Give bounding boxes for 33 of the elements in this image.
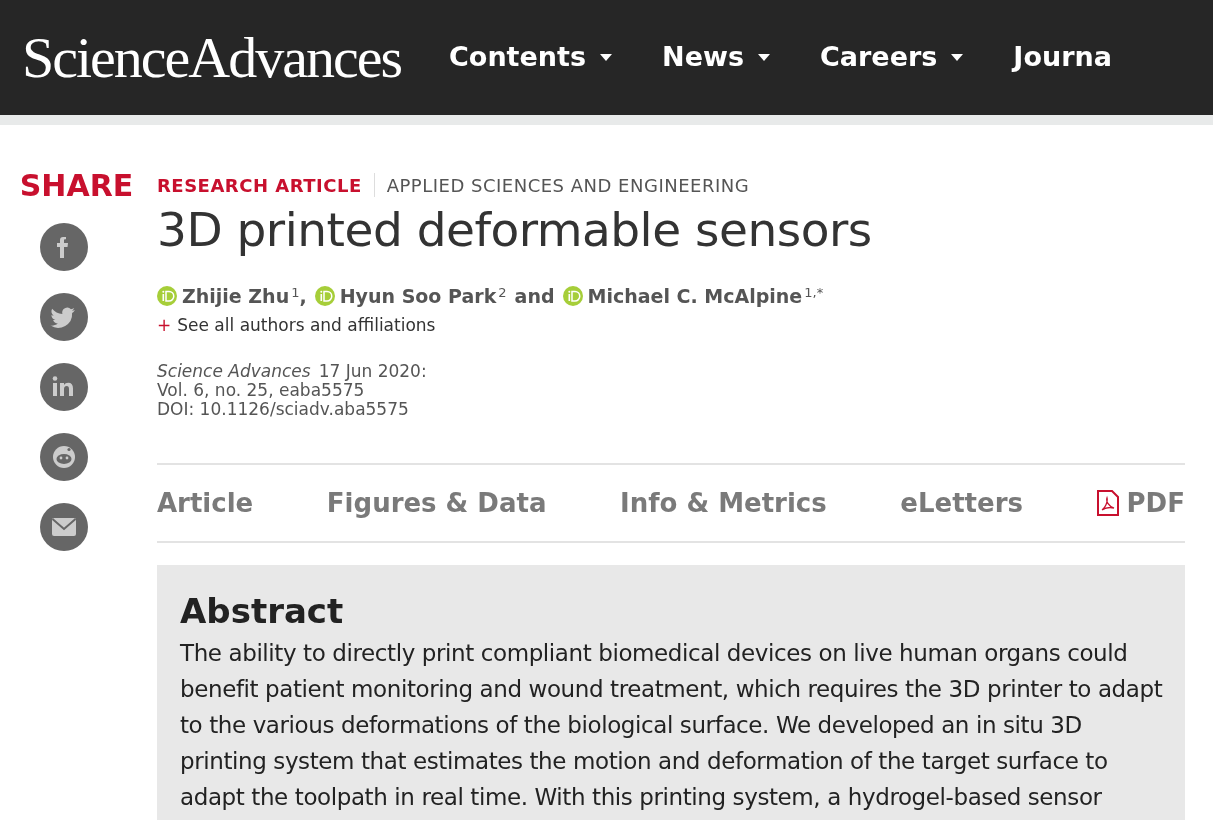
envelope-icon[interactable] (39, 503, 88, 551)
nav-menu[interactable]: News (662, 37, 770, 78)
nav-menu[interactable]: Journa (1013, 37, 1112, 78)
pdf-icon (1096, 490, 1119, 516)
author-name[interactable]: Zhijie Zhu$^{1}$ (182, 282, 300, 311)
share-heading: SHARE (19, 171, 134, 201)
site-logo[interactable]: ScienceAdvances (22, 28, 402, 87)
abstract-heading: Abstract (180, 590, 345, 633)
article-type[interactable]: RESEARCH ARTICLE (157, 171, 362, 199)
nav-menu[interactable]: Careers (820, 37, 964, 78)
pdf-tab[interactable]: PDF (1096, 483, 1185, 523)
author-name[interactable]: Michael C. McAlpine$^{1,*}$ (587, 282, 824, 311)
bird-icon[interactable] (39, 293, 88, 341)
author-separator: , (299, 284, 307, 309)
author-separator: and (514, 284, 555, 309)
doi-text: DOI: 10.1126/sciadv.aba5575 (157, 400, 410, 419)
expand-icon[interactable]: + (157, 312, 172, 338)
article-tab[interactable]: Figures & Data (326, 483, 547, 523)
article-tab[interactable]: Info & Metrics (620, 483, 827, 523)
see-all-authors-link[interactable]: See all authors and affiliations (177, 312, 436, 338)
article-tab[interactable]: Article (157, 483, 254, 523)
linkedin-icon[interactable] (39, 363, 88, 411)
article-section[interactable]: APPLIED SCIENCES AND ENGINEERING (386, 171, 750, 199)
facebook-icon[interactable] (39, 223, 88, 271)
author-name[interactable]: Hyun Soo Park$^{2}$ (339, 282, 507, 311)
abstract-text: The ability to directly print compliant biomedical devices on live human organs could benefit patient monitoring and wound treatment, which requires the 3D printer to adapt to the various deformations of the biological surface. We developed an in situ 3D printing system that estimates the motion and deformation of the target surface to adapt the toolpath in real time. With this printing system, a hydrogel-based sensor (180, 639, 1164, 812)
reddit-icon[interactable] (39, 433, 88, 481)
journal-name: Science Advances (157, 362, 311, 381)
publication-date: 17 Jun 2020: (318, 362, 427, 381)
nav-menu[interactable]: Contents (449, 37, 613, 78)
article-title: 3D printed deformable sensors (157, 201, 873, 259)
volume-info: Vol. 6, no. 25, eaba5575 (157, 381, 365, 400)
article-tab[interactable]: eLetters (900, 483, 1023, 523)
